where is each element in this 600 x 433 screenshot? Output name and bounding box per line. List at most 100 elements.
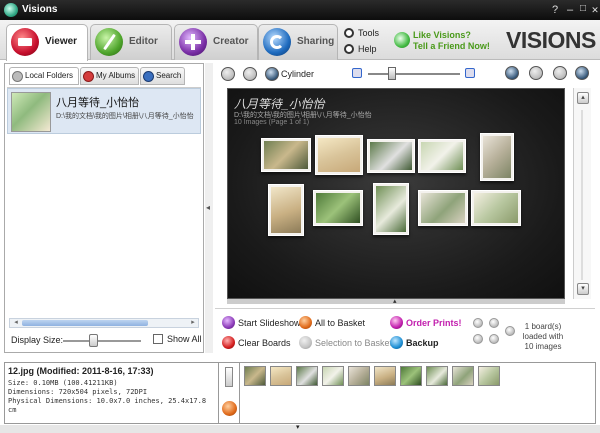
tab-creator[interactable]: Creator — [174, 24, 258, 60]
local-folders-icon — [12, 71, 23, 82]
photo-thumbnail[interactable] — [367, 139, 415, 173]
photo-thumbnail[interactable] — [261, 138, 311, 172]
zoom-slider-track[interactable] — [368, 73, 460, 75]
zoom-out-icon[interactable] — [352, 68, 362, 78]
all-to-basket-label: All to Basket — [315, 318, 366, 328]
boards-status: 1 board(s) loaded with 10 images — [522, 322, 564, 351]
image-size: Size: 0.10MB (100.41211KB) — [8, 379, 118, 387]
display-size-label: Display Size: — [11, 335, 64, 345]
folder-thumbnail — [11, 92, 51, 132]
image-info-panel: 12.jpg (Modified: 2011-8-16, 17:33) Size… — [4, 362, 234, 424]
tray-thumbnail[interactable] — [322, 366, 344, 386]
folder-item[interactable]: 八月等待_小怡怡 D:\我的文档\我的图片\相册\八月等待_小怡怡 — [7, 88, 201, 134]
tray-thumbnail[interactable] — [478, 366, 500, 386]
basket-icon[interactable] — [222, 401, 237, 416]
bottom-handle[interactable]: ▾ — [0, 423, 600, 433]
fullscreen-icon[interactable] — [575, 66, 589, 80]
photo-thumbnail[interactable] — [480, 133, 514, 181]
tray-thumbnail[interactable] — [348, 366, 370, 386]
tray-thumbnail[interactable] — [400, 366, 422, 386]
board-nav-icon[interactable] — [505, 326, 515, 336]
display-size-slider-handle[interactable] — [89, 334, 98, 347]
clear-icon — [222, 336, 235, 349]
title-bar: Visions ? – □ ✕ — [0, 0, 600, 20]
clear-boards-label: Clear Boards — [238, 338, 291, 348]
cylinder-mode-label[interactable]: Cylinder — [281, 69, 314, 79]
cylinder-mode-icon[interactable] — [265, 67, 279, 81]
photo-thumbnail[interactable] — [418, 139, 466, 173]
slideshow-icon — [222, 316, 235, 329]
tab-local-folders[interactable]: Local Folders — [9, 67, 79, 85]
tab-editor[interactable]: Editor — [90, 24, 172, 60]
display-size-slider-track[interactable] — [63, 340, 141, 342]
tab-editor-label: Editor — [129, 36, 158, 47]
zoom-in-icon[interactable] — [465, 68, 475, 78]
help-icon — [344, 44, 354, 54]
photo-basket-tray — [239, 362, 596, 424]
scroll-right-icon[interactable]: ▸ — [188, 319, 198, 327]
photo-thumbnail[interactable] — [268, 184, 304, 236]
photo-board-viewer[interactable]: 八月等待_小怡怡 D:\我的文档\我的图片\相册\八月等待_小怡怡 10 Ima… — [227, 88, 565, 299]
album-info: 10 Images (Page 1 of 1) — [234, 119, 310, 126]
help-window-button[interactable]: ? — [548, 3, 562, 17]
viewer-scrollbar[interactable]: ▴ ▾ — [573, 88, 591, 299]
viewer-tab-icon — [11, 28, 39, 56]
tray-thumbnail[interactable] — [296, 366, 318, 386]
viewer-bottom-handle[interactable]: ▴ — [227, 297, 565, 305]
tab-creator-label: Creator — [213, 36, 249, 47]
panel-splitter[interactable]: ◂ — [205, 63, 213, 353]
app-logo-icon — [4, 3, 18, 17]
tray-thumbnail[interactable] — [244, 366, 266, 386]
tab-search[interactable]: Search — [140, 67, 185, 85]
minimize-button[interactable]: – — [563, 3, 577, 17]
board-nav-icon[interactable] — [489, 318, 499, 328]
image-dimensions: Dimensions: 720x504 pixels, 72DPI — [8, 388, 148, 396]
order-prints-label: Order Prints! — [406, 318, 462, 328]
collapse-arrow-icon[interactable]: ◂ — [206, 203, 210, 212]
board-nav-icon[interactable] — [489, 334, 499, 344]
board-nav-icon[interactable] — [473, 334, 483, 344]
viewer-toolbar: Cylinder — [215, 63, 595, 85]
tray-thumbnail[interactable] — [270, 366, 292, 386]
photo-thumbnail[interactable] — [471, 190, 521, 226]
scroll-down-icon[interactable]: ▾ — [577, 283, 589, 295]
editor-brush-icon — [95, 28, 123, 56]
tab-viewer[interactable]: Viewer — [6, 24, 88, 61]
photo-thumbnail[interactable] — [418, 190, 468, 226]
tray-thumbnail[interactable] — [426, 366, 448, 386]
tray-thumbnail[interactable] — [374, 366, 396, 386]
collapse-down-icon[interactable]: ▾ — [296, 423, 300, 431]
checkbox-box[interactable] — [153, 334, 163, 344]
image-physical-dimensions: Physical Dimensions: 10.0x7.0 inches, 25… — [8, 397, 207, 405]
zoom-slider-handle[interactable] — [388, 67, 396, 80]
tab-my-albums[interactable]: My Albums — [80, 67, 139, 85]
my-albums-icon — [83, 71, 94, 82]
settings-icon[interactable] — [553, 66, 567, 80]
scroll-left-icon[interactable]: ◂ — [11, 319, 21, 327]
board-nav-icon[interactable] — [473, 318, 483, 328]
photo-thumbnail[interactable] — [315, 135, 363, 175]
scrollbar-thumb[interactable] — [22, 320, 148, 326]
basket-controls — [218, 362, 240, 424]
action-bar: Start Slideshow All to Basket Order Prin… — [215, 308, 595, 358]
tools-label: Tools — [358, 28, 380, 38]
start-slideshow-label: Start Slideshow — [238, 318, 301, 328]
tab-viewer-label: Viewer — [45, 36, 78, 47]
refresh-icon[interactable] — [529, 66, 543, 80]
tab-sharing[interactable]: Sharing — [258, 24, 338, 60]
scrollbar-track[interactable] — [581, 110, 583, 280]
expand-arrow-icon[interactable]: ▴ — [393, 297, 397, 305]
scroll-up-icon[interactable]: ▴ — [577, 92, 589, 104]
folder-list-scrollbar[interactable]: ◂ ▸ — [9, 318, 199, 328]
basket-slider-icon[interactable] — [225, 367, 233, 387]
photo-thumbnail[interactable] — [313, 190, 363, 226]
rotate-icon[interactable] — [505, 66, 519, 80]
photo-thumbnail[interactable] — [373, 183, 409, 235]
camera-icon[interactable] — [243, 67, 257, 81]
close-button[interactable]: ✕ — [588, 3, 600, 17]
image-physical-unit: cm — [8, 406, 17, 414]
home-icon[interactable] — [221, 67, 235, 81]
tray-thumbnail[interactable] — [452, 366, 474, 386]
help-label: Help — [358, 44, 377, 54]
folder-path: D:\我的文档\我的图片\相册\八月等待_小怡怡 — [56, 113, 194, 120]
